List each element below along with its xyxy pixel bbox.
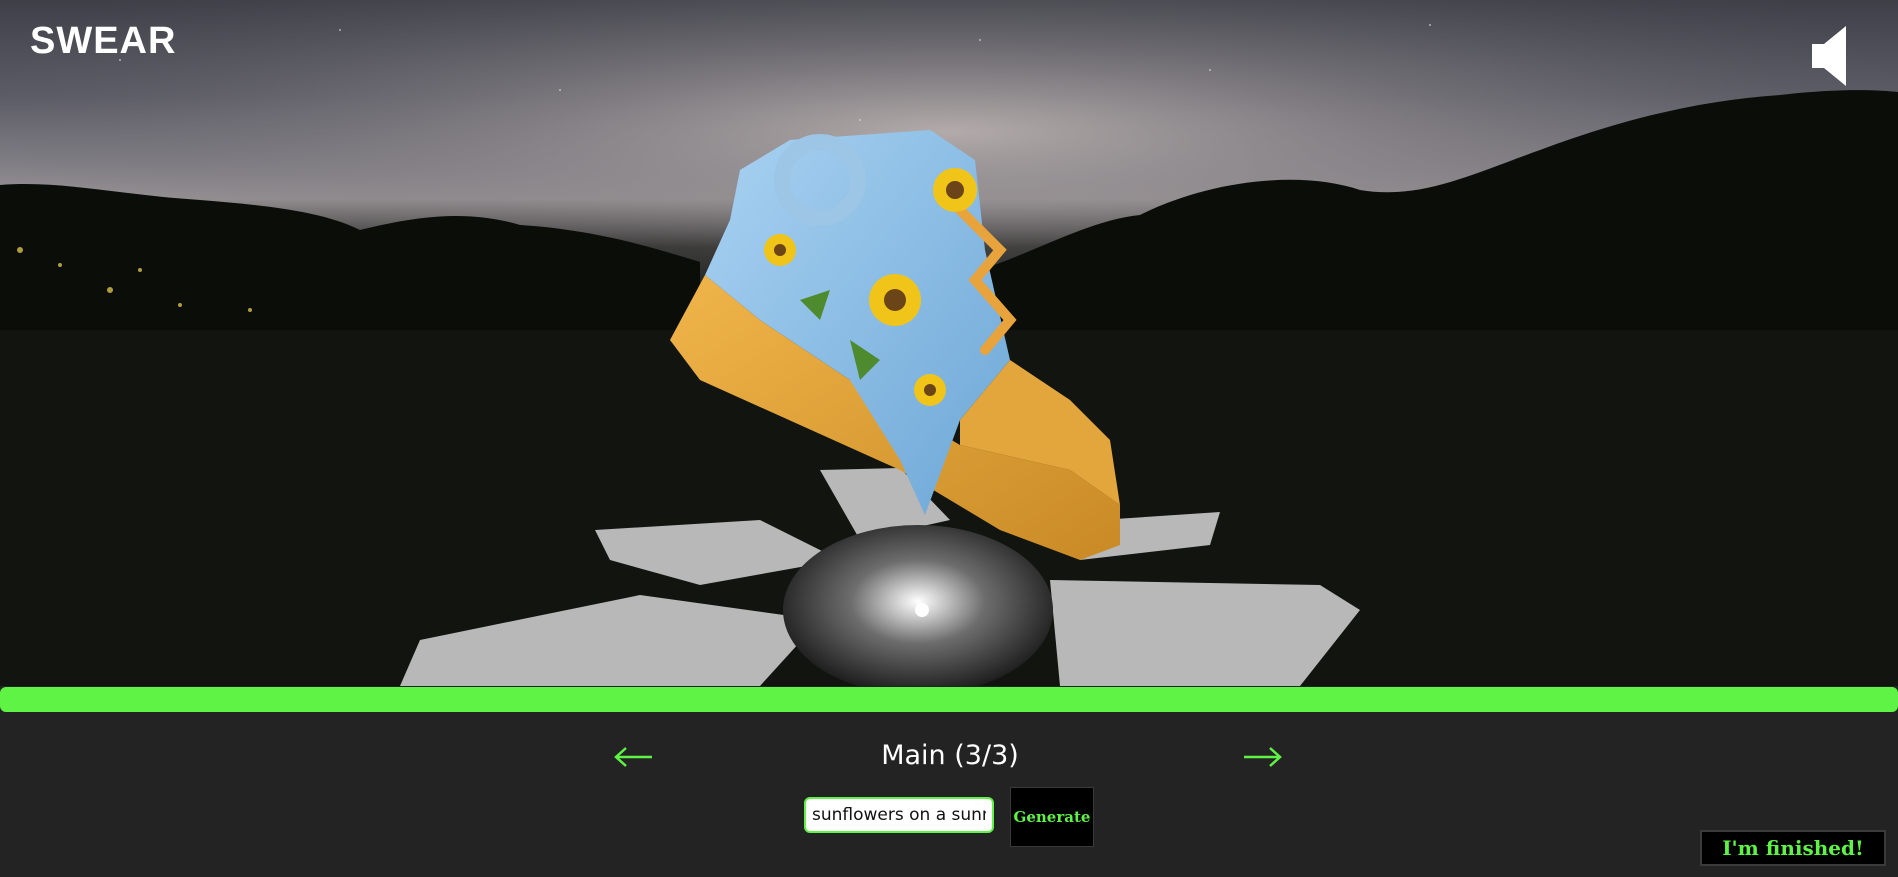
view-title: Main (3/3) bbox=[881, 740, 1019, 771]
prompt-input[interactable] bbox=[804, 797, 994, 833]
previous-button[interactable] bbox=[610, 734, 656, 780]
finish-button[interactable]: I'm finished! bbox=[1700, 830, 1886, 866]
brand-logo: SWEAR bbox=[30, 22, 176, 60]
arrow-left-icon bbox=[614, 747, 652, 767]
arrow-right-icon bbox=[1244, 747, 1282, 767]
brand-wordmark: SWEAR bbox=[30, 20, 177, 62]
speaker-icon bbox=[1812, 26, 1846, 86]
generation-progress-bar bbox=[0, 687, 1898, 712]
3d-viewer[interactable]: SWEAR bbox=[0, 0, 1898, 686]
next-button[interactable] bbox=[1240, 734, 1286, 780]
generate-button[interactable]: Generate bbox=[1010, 787, 1094, 847]
sound-toggle-button[interactable] bbox=[1810, 24, 1854, 88]
scene-background bbox=[0, 0, 1898, 686]
